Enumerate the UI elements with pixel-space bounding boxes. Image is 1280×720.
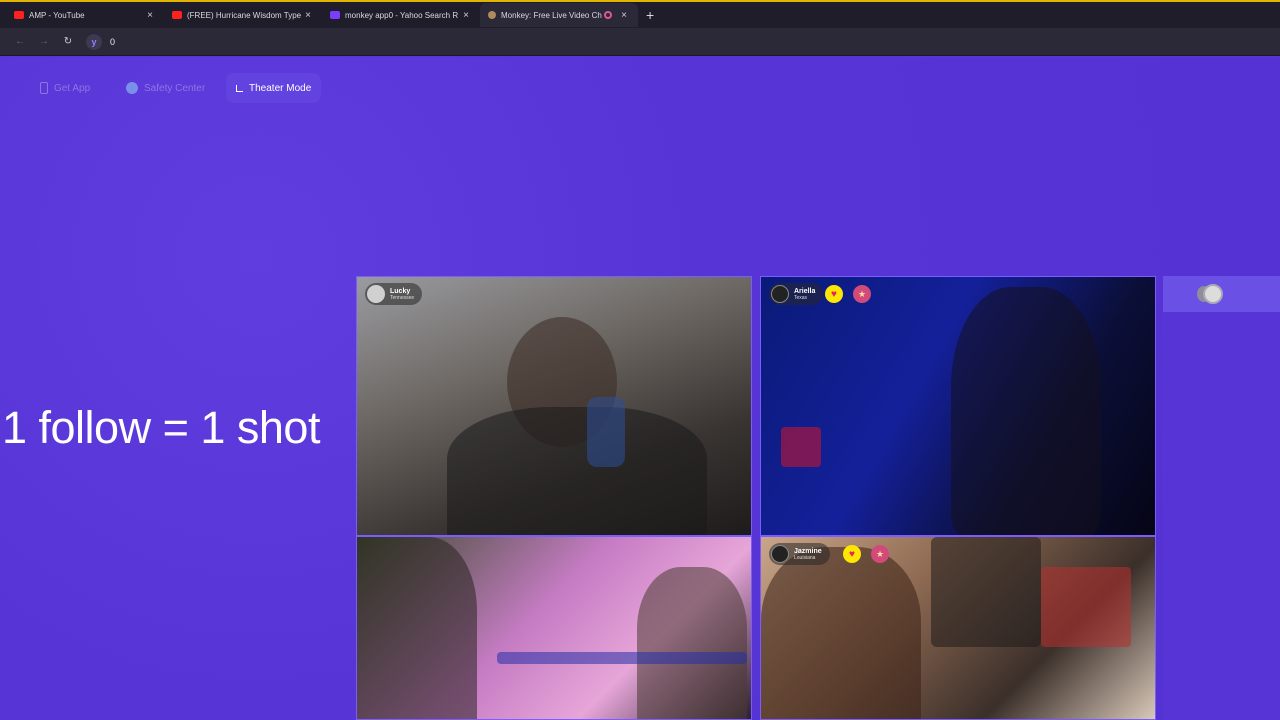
get-app-button[interactable]: Get App	[30, 73, 100, 103]
video-frame	[447, 407, 707, 535]
close-icon[interactable]: ×	[618, 10, 630, 21]
avatar	[771, 545, 789, 563]
address-input[interactable]: y 0	[86, 33, 116, 50]
yahoo-icon	[330, 11, 340, 19]
recording-icon	[604, 11, 612, 19]
tab-title: Monkey: Free Live Video Ch	[501, 10, 602, 20]
gift-icon[interactable]: ★	[853, 285, 871, 303]
tab-monkey[interactable]: Monkey: Free Live Video Ch ×	[480, 3, 638, 27]
user-location: Louisiana	[794, 554, 816, 561]
new-tab-button[interactable]: +	[638, 7, 654, 23]
address-text: 0	[110, 36, 116, 47]
video-tile-ariella[interactable]: Ariella Texas ♥ ★	[760, 276, 1156, 536]
close-icon[interactable]: ×	[460, 10, 472, 21]
tab-youtube-amp[interactable]: AMP - YouTube ×	[6, 3, 164, 27]
user-location: Texas	[794, 294, 808, 301]
theater-mode-button[interactable]: Theater Mode	[226, 73, 322, 103]
close-icon[interactable]: ×	[302, 10, 314, 21]
stream-overlay-text: 1 follow = 1 shot	[2, 402, 320, 453]
user-badge: Ariella Texas	[769, 283, 824, 305]
avatar	[367, 285, 385, 303]
heart-icon[interactable]: ♥	[843, 545, 861, 563]
video-tile-jazmine[interactable]: Jazmine Louisiana ♥ ★	[760, 536, 1156, 720]
theater-mode-label: Theater Mode	[249, 82, 312, 94]
youtube-icon	[14, 11, 24, 19]
youtube-icon	[172, 11, 182, 19]
side-panel-header	[1163, 276, 1280, 312]
heart-icon[interactable]: ♥	[825, 285, 843, 303]
user-badge: Lucky Tennessee	[365, 283, 423, 305]
browser-tab-bar: AMP - YouTube × (FREE) Hurricane Wisdom …	[0, 0, 1280, 28]
user-name: Ariella	[794, 287, 816, 295]
tab-youtube-hurricane[interactable]: (FREE) Hurricane Wisdom Type ×	[164, 3, 322, 27]
video-frame	[951, 287, 1101, 535]
video-frame	[637, 567, 747, 719]
video-frame	[781, 427, 821, 467]
video-frame	[931, 537, 1041, 647]
get-app-label: Get App	[54, 82, 91, 94]
video-frame	[761, 547, 921, 719]
tab-title: AMP - YouTube	[29, 10, 85, 20]
video-frame	[1041, 567, 1131, 647]
forward-icon[interactable]: →	[32, 36, 56, 47]
user-location: Tennessee	[390, 294, 415, 301]
video-tile-lucky[interactable]: Lucky Tennessee	[356, 276, 752, 536]
side-panel	[1163, 276, 1280, 720]
shield-icon	[126, 82, 138, 94]
avatar	[1203, 284, 1223, 304]
video-frame	[497, 652, 747, 664]
tab-yahoo-search[interactable]: monkey app0 - Yahoo Search R ×	[322, 3, 480, 27]
address-bar-row: ← → ↻ y 0	[0, 28, 1280, 56]
video-frame	[357, 537, 477, 719]
video-frame	[587, 397, 625, 467]
monkey-page: Get App Safety Center Theater Mode 1 fol…	[0, 57, 1280, 720]
user-badge: Jazmine Louisiana	[769, 543, 830, 565]
phone-icon	[40, 82, 48, 94]
safety-center-label: Safety Center	[144, 82, 206, 94]
avatar	[771, 285, 789, 303]
tab-title: monkey app0 - Yahoo Search R	[345, 10, 459, 20]
user-name: Jazmine	[794, 547, 822, 555]
reload-icon[interactable]: ↻	[56, 36, 80, 47]
monkey-icon	[488, 11, 496, 19]
yahoo-search-icon: y	[86, 33, 102, 50]
safety-center-button[interactable]: Safety Center	[116, 73, 215, 103]
user-name: Lucky	[390, 287, 411, 295]
video-tile-third[interactable]	[356, 536, 752, 720]
expand-icon	[236, 84, 243, 92]
close-icon[interactable]: ×	[144, 10, 156, 21]
back-icon[interactable]: ←	[8, 36, 32, 47]
gift-icon[interactable]: ★	[871, 545, 889, 563]
tab-title: (FREE) Hurricane Wisdom Type	[187, 10, 302, 20]
